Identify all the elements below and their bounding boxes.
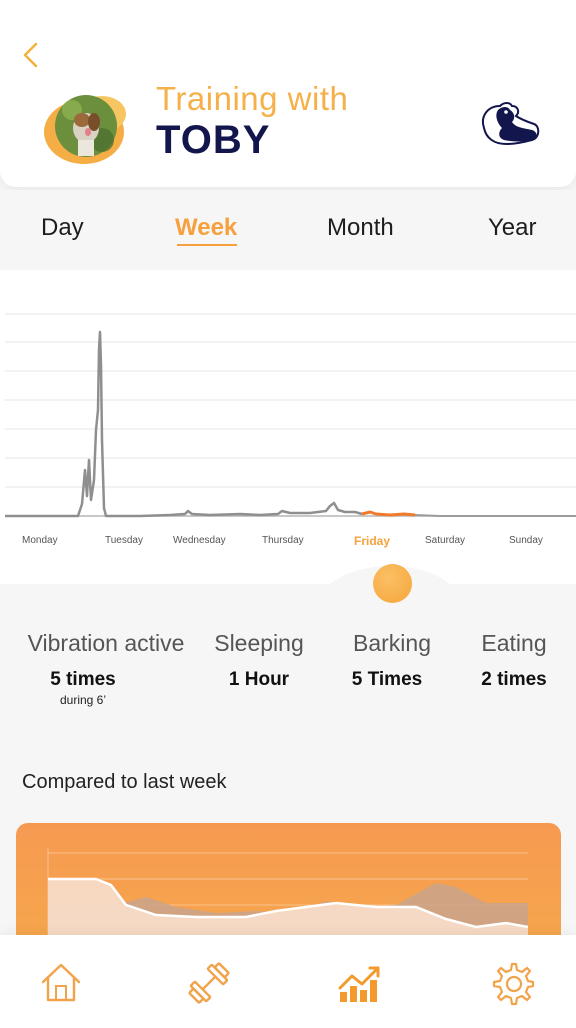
stat-value: 1 Hour (228, 669, 290, 690)
header: Training with TOBY (0, 0, 576, 187)
activity-line (5, 330, 363, 518)
activity-chart: Monday Tuesday Wednesday Thursday Friday… (0, 270, 576, 584)
activity-line-selected-day (361, 510, 416, 517)
chart-gridlines (5, 313, 576, 488)
stat-subtext: during 6’ (59, 693, 107, 707)
dog-avatar[interactable] (42, 92, 130, 166)
day-label-friday[interactable]: Friday (354, 534, 390, 548)
stat-label: Vibration active (27, 630, 185, 656)
home-icon (41, 963, 81, 1002)
activity-line-rest (414, 514, 576, 517)
stat-label: Eating (481, 630, 547, 656)
dog-profile-button[interactable] (476, 98, 544, 154)
tab-year[interactable]: Year (488, 214, 537, 242)
stat-vibration: Vibration active 5 times during 6’ (22, 630, 190, 707)
dumbbell-icon (188, 962, 230, 1004)
stats-icon (338, 966, 380, 1002)
tab-month[interactable]: Month (327, 214, 394, 242)
nav-settings-button[interactable] (489, 960, 535, 1006)
training-title: Training with (156, 80, 349, 117)
day-selector-handle[interactable] (373, 564, 412, 603)
day-label-saturday[interactable]: Saturday (425, 535, 465, 546)
stat-barking: Barking 5 Times (340, 630, 444, 691)
stat-value: 5 Times (351, 669, 423, 690)
stat-eating: Eating 2 times (472, 630, 556, 691)
day-label-sunday[interactable]: Sunday (509, 535, 543, 546)
comparison-title: Compared to last week (22, 771, 227, 793)
settings-icon (492, 962, 535, 1006)
nav-home-button[interactable] (38, 960, 84, 1006)
day-label-tuesday[interactable]: Tuesday (105, 535, 143, 546)
active-tab-indicator (177, 244, 237, 246)
day-label-thursday[interactable]: Thursday (262, 535, 304, 546)
tab-week[interactable]: Week (175, 214, 237, 242)
day-label-wednesday[interactable]: Wednesday (173, 535, 226, 546)
day-label-monday[interactable]: Monday (22, 535, 58, 546)
stat-value: 2 times (481, 669, 547, 690)
dog-silhouette-icon (482, 102, 540, 146)
stat-value: 5 times (50, 669, 116, 690)
bottom-navigation (0, 935, 576, 1028)
stat-label: Sleeping (214, 630, 304, 656)
stat-label: Barking (353, 630, 431, 656)
tab-day[interactable]: Day (41, 214, 84, 242)
nav-stats-button[interactable] (336, 960, 382, 1006)
stat-sleeping: Sleeping 1 Hour (206, 630, 312, 691)
chevron-left-icon (23, 42, 38, 68)
back-button[interactable] (18, 38, 48, 72)
dog-photo-icon (44, 95, 126, 164)
dog-name: TOBY (156, 118, 271, 162)
period-tabs: Day Week Month Year (0, 190, 576, 270)
nav-training-button[interactable] (186, 960, 232, 1006)
